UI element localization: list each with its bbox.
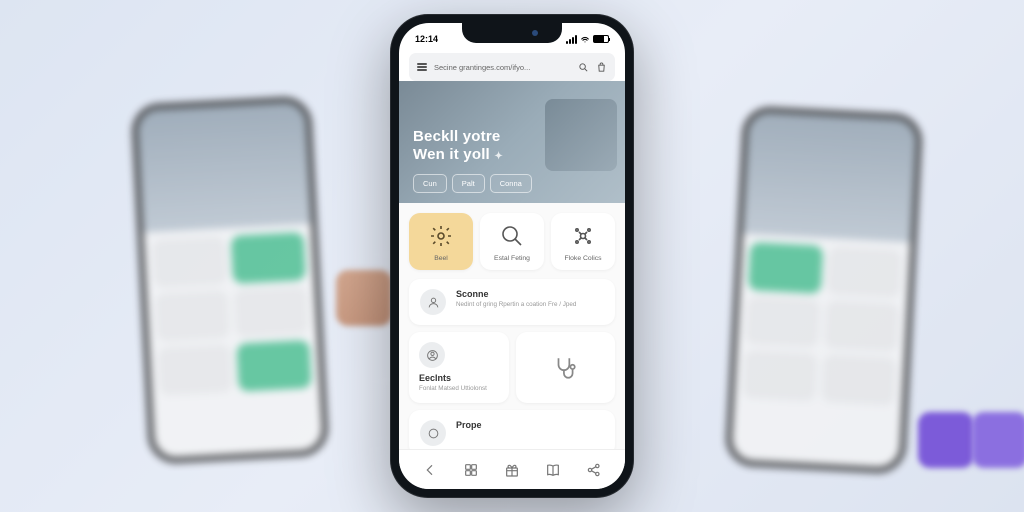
card-eeclnts[interactable]: Eeclnts Fonlat Matsed Uttiolonst — [409, 332, 509, 403]
card-subtitle: Fonlat Matsed Uttiolonst — [419, 385, 499, 393]
hamburger-icon[interactable] — [417, 63, 427, 71]
tile-grid: Beel Estal Feting Floke Colics — [409, 213, 615, 270]
url-text: Secine grantinges.com/ifyo... — [434, 63, 571, 72]
star-icon: ✦ — [494, 151, 503, 162]
gear-icon — [429, 224, 453, 248]
bg-phone-right — [725, 106, 924, 475]
share-icon[interactable] — [586, 462, 602, 478]
status-time: 12:14 — [415, 34, 438, 44]
grid-icon[interactable] — [463, 462, 479, 478]
bg-tile-app-1 — [918, 412, 974, 468]
stethoscope-icon — [552, 355, 578, 381]
card-sconne[interactable]: Sconne Nedint of gring Rpertin a coation… — [409, 279, 615, 325]
generic-icon — [420, 420, 446, 446]
battery-icon — [593, 35, 609, 43]
bg-tile-app-2 — [972, 412, 1024, 468]
phone-screen: 12:14 Secine grantinges.com/ifyo... Beck… — [399, 23, 625, 489]
url-bar[interactable]: Secine grantinges.com/ifyo... — [409, 53, 615, 81]
hero: Beckll yotre Wen it yoll ✦ Cun Palt Conn… — [399, 81, 625, 203]
card-title: Sconne — [456, 289, 576, 299]
card-title: Prope — [456, 420, 482, 430]
bag-icon[interactable] — [596, 62, 607, 73]
gift-icon[interactable] — [504, 462, 520, 478]
chip-conna[interactable]: Conna — [490, 174, 532, 193]
wifi-icon — [580, 34, 590, 44]
signal-icon — [566, 35, 577, 44]
card-prope[interactable]: Prope — [409, 410, 615, 449]
chip-cun[interactable]: Cun — [413, 174, 447, 193]
person-icon — [420, 289, 446, 315]
card-title: Eeclnts — [419, 373, 499, 383]
card-subtitle: Nedint of gring Rpertin a coation Fre / … — [456, 301, 576, 309]
magnifier-icon — [500, 224, 524, 248]
back-icon[interactable] — [422, 462, 438, 478]
bg-phone-left — [131, 96, 330, 465]
phone-frame: 12:14 Secine grantinges.com/ifyo... Beck… — [390, 14, 634, 498]
bg-tile-photo — [336, 270, 392, 326]
search-icon[interactable] — [578, 62, 589, 73]
hero-title: Beckll yotre Wen it yoll ✦ — [413, 128, 611, 166]
chip-palt[interactable]: Palt — [452, 174, 485, 193]
chip-row: Cun Palt Conna — [413, 174, 611, 193]
tile-beel[interactable]: Beel — [409, 213, 473, 270]
sparkle-icon — [571, 224, 595, 248]
bottom-nav — [399, 449, 625, 489]
card-steth[interactable] — [516, 332, 616, 403]
tile-floke[interactable]: Floke Colics — [551, 213, 615, 270]
notch — [462, 23, 562, 43]
tile-estal[interactable]: Estal Feting — [480, 213, 544, 270]
book-icon[interactable] — [545, 462, 561, 478]
card-row: Eeclnts Fonlat Matsed Uttiolonst — [409, 332, 615, 403]
content: Beel Estal Feting Floke Colics Sconne Ne… — [399, 203, 625, 449]
person-ring-icon — [419, 342, 445, 368]
